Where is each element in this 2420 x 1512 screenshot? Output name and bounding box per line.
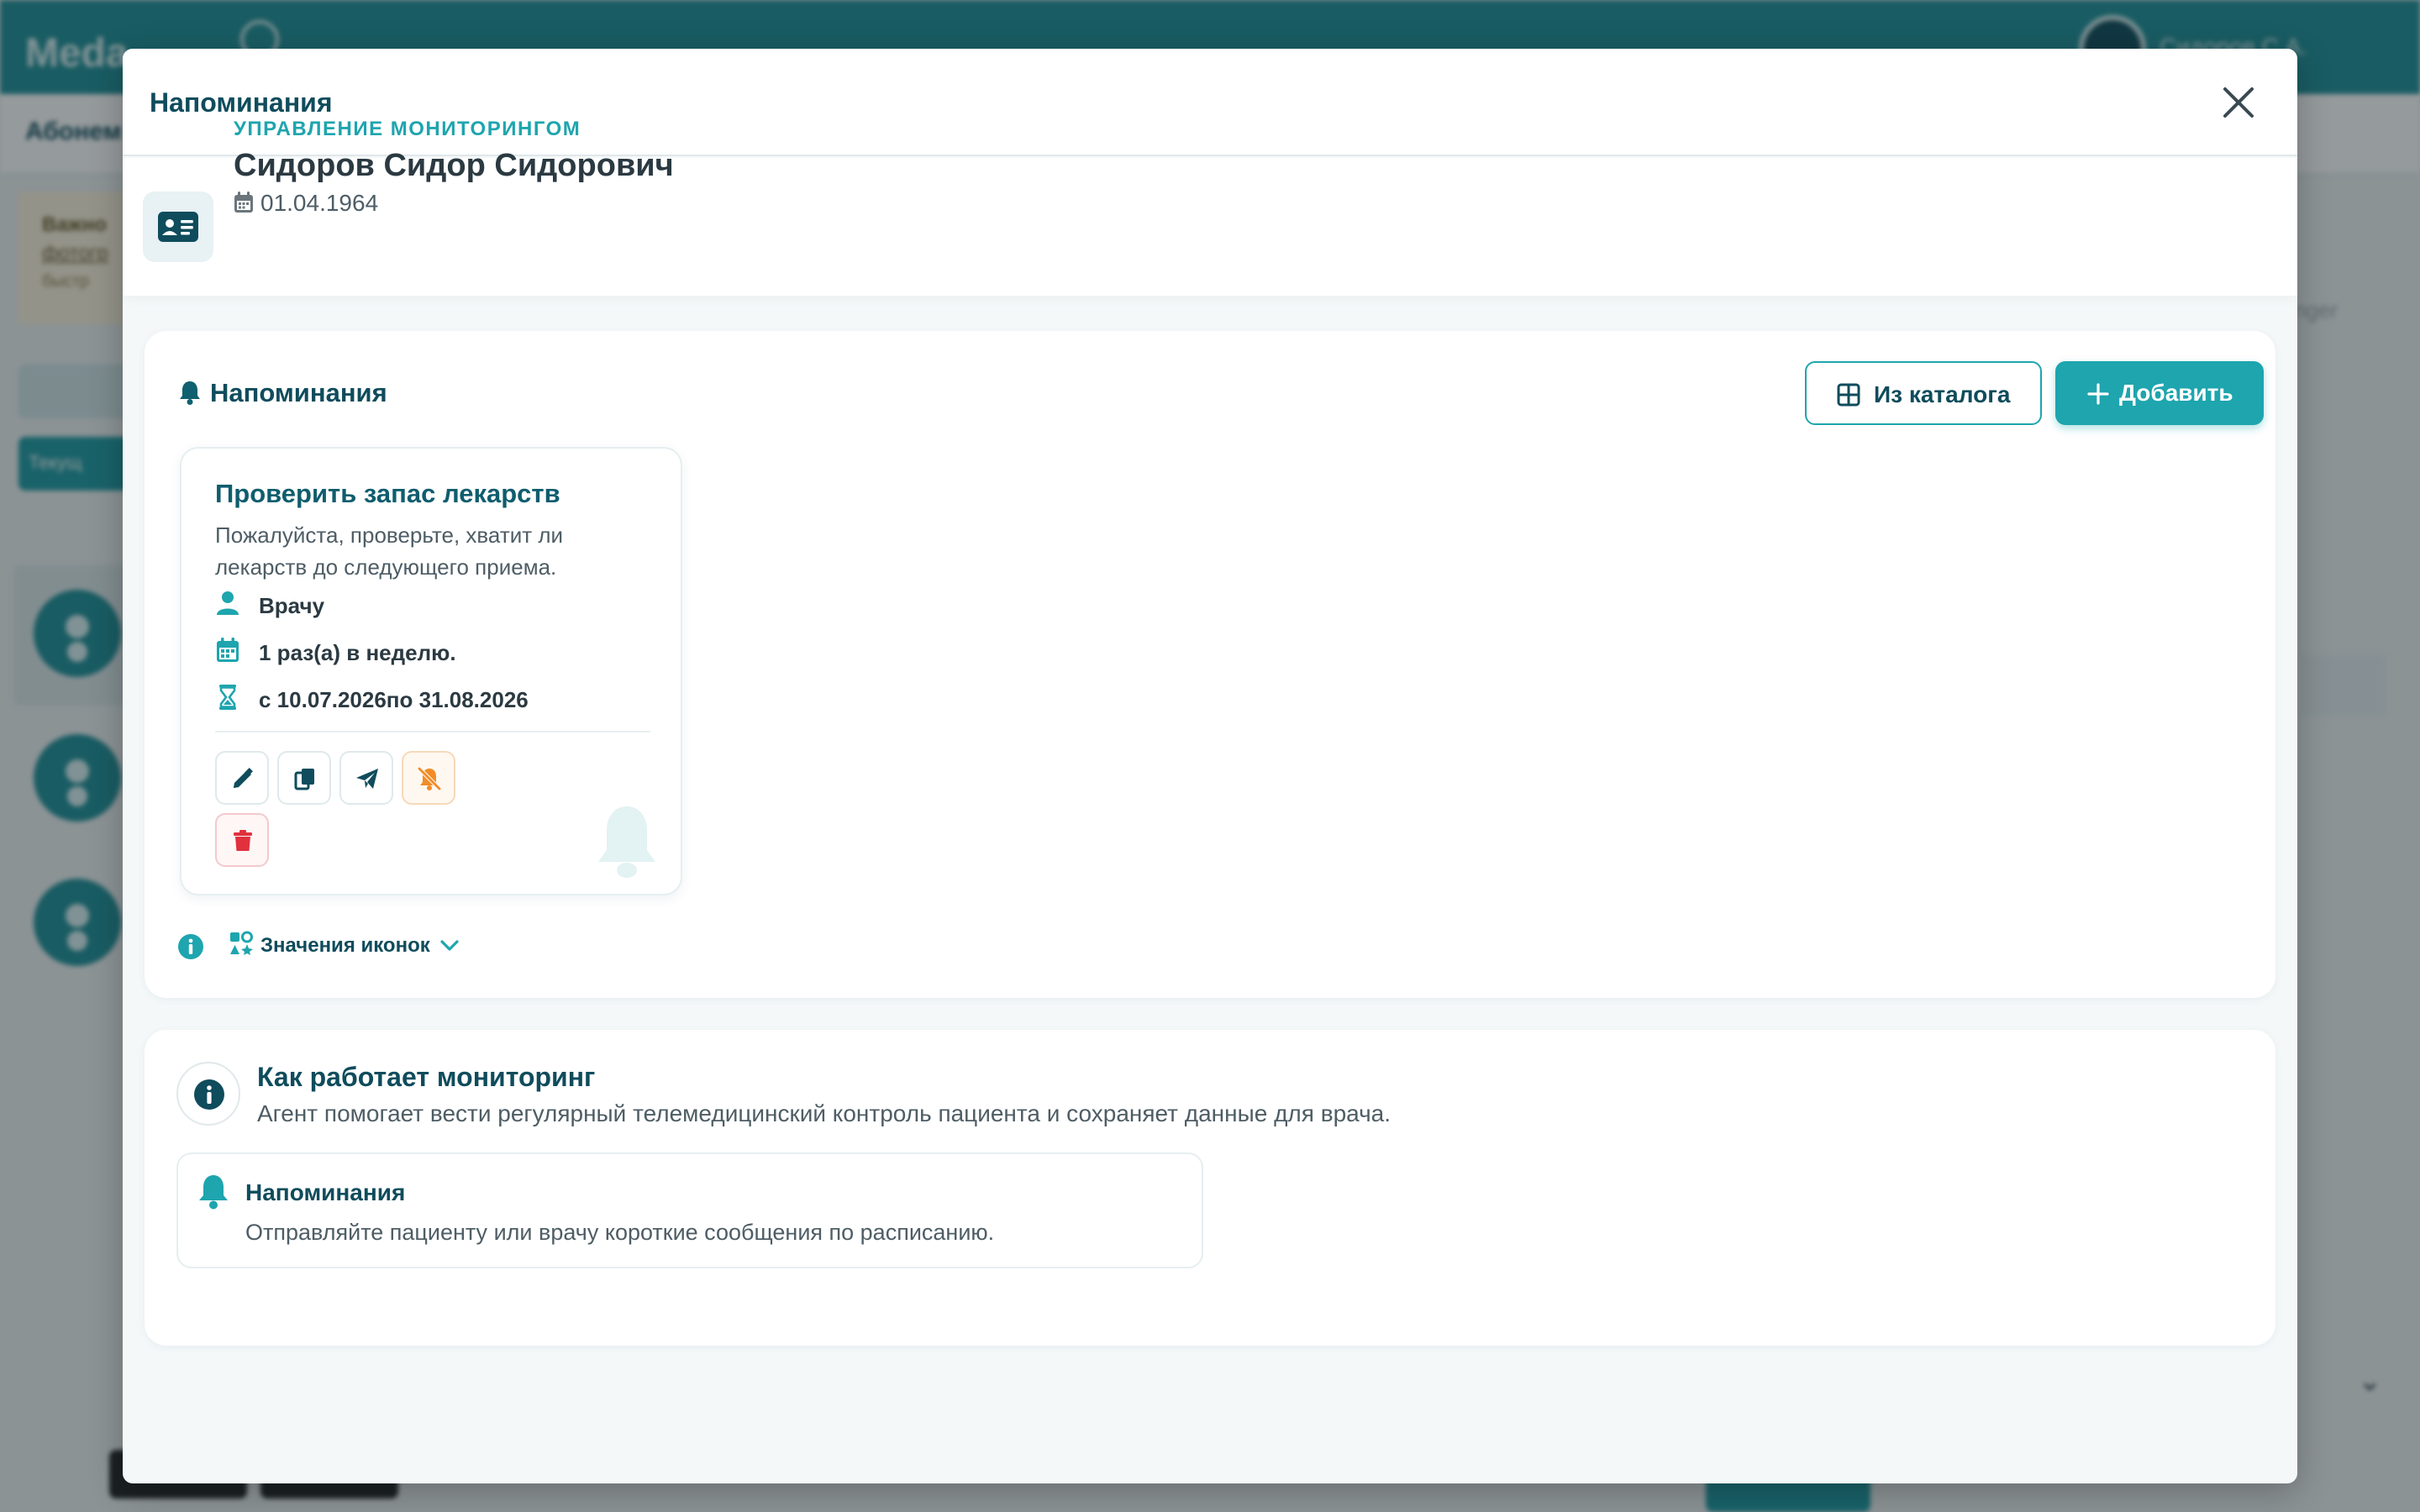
info-circle-icon [178, 934, 203, 959]
reminder-frequency-value: 1 раз(а) в неделю. [259, 640, 456, 665]
add-reminder-button[interactable]: Добавить [2055, 361, 2264, 425]
calendar-icon [234, 192, 253, 213]
reminders-section-title-text: Напоминания [210, 378, 387, 407]
table-icon [1837, 383, 1860, 407]
info-icon-box [176, 1062, 240, 1126]
reminders-modal: Напоминания УПРАВЛЕНИЕ МОНИТОРИНГОМ Сидо… [123, 49, 2297, 1483]
how-it-works-description: Агент помогает вести регулярный телемеди… [257, 1100, 1392, 1126]
hourglass-icon [219, 685, 236, 710]
delete-button[interactable] [215, 813, 269, 867]
bell-watermark-icon [598, 806, 655, 878]
bell-off-icon [418, 767, 441, 790]
close-button[interactable] [2215, 79, 2262, 126]
icon-legend-toggle[interactable]: Значения иконок [229, 931, 460, 958]
add-reminder-label: Добавить [2119, 380, 2233, 406]
from-catalog-label: Из каталога [1874, 381, 2011, 407]
reminder-period-value: с 10.07.2026по 31.08.2026 [259, 687, 529, 712]
send-button[interactable] [339, 751, 393, 805]
patient-dob: 01.04.1964 [234, 190, 378, 217]
trash-icon [234, 830, 252, 851]
copy-button[interactable] [277, 751, 331, 805]
how-monitoring-works-section: Как работает мониторинг Агент помогает в… [145, 1030, 2275, 1346]
mute-button[interactable] [402, 751, 455, 805]
from-catalog-button[interactable]: Из каталога [1805, 361, 2042, 425]
bell-icon [180, 381, 200, 405]
paper-plane-icon [356, 769, 378, 789]
reminder-recipient-value: Врачу [259, 593, 325, 618]
bell-icon [199, 1175, 228, 1210]
patient-card-icon-box [143, 192, 213, 262]
how-it-works-title: Как работает мониторинг [257, 1062, 596, 1092]
reminder-card: Проверить запас лекарств Пожалуйста, про… [180, 447, 682, 895]
calendar-icon [217, 638, 239, 662]
feature-reminders-card: Напоминания Отправляйте пациенту или вра… [176, 1152, 1203, 1268]
close-icon [2223, 87, 2254, 118]
plus-icon [2087, 383, 2109, 405]
patient-section-kicker: УПРАВЛЕНИЕ МОНИТОРИНГОМ [234, 118, 581, 140]
card-divider [215, 731, 650, 732]
edit-button[interactable] [215, 751, 269, 805]
user-icon [217, 591, 239, 615]
icons-legend-icon [230, 931, 253, 955]
pencil-icon [234, 768, 253, 788]
patient-dob-value: 01.04.1964 [260, 190, 379, 216]
chevron-down-icon [440, 940, 459, 951]
reminders-section: Напоминания Из каталога Добавить Провери… [145, 331, 2275, 998]
feature-title: Напоминания [245, 1179, 406, 1205]
reminder-description: Пожалуйста, проверьте, хватит ли лекарст… [215, 522, 564, 580]
reminder-title: Проверить запас лекарств [215, 479, 560, 508]
patient-name: Сидоров Сидор Сидорович [234, 148, 674, 183]
icon-legend-label: Значения иконок [260, 934, 430, 957]
id-card-icon [158, 212, 198, 242]
reminders-section-title: Напоминания [178, 378, 387, 408]
copy-icon [294, 769, 314, 790]
modal-title: Напоминания [150, 87, 333, 118]
feature-description: Отправляйте пациенту или врачу короткие … [245, 1220, 995, 1245]
info-circle-icon [194, 1079, 224, 1110]
